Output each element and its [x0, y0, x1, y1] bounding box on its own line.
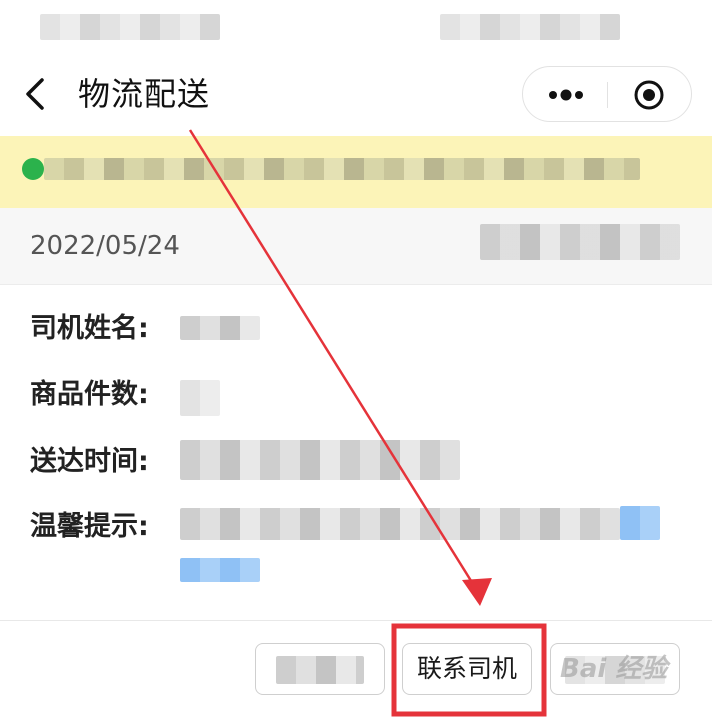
tip-label: 温馨提示:: [30, 511, 149, 542]
order-status-blur: [480, 224, 680, 260]
tip-link-blur-line2: [180, 558, 260, 582]
driver-name-value-blur: [180, 316, 260, 340]
page-title: 物流配送: [78, 75, 211, 113]
notice-bar: [0, 136, 712, 208]
back-arrow-icon[interactable]: [22, 74, 52, 114]
delivery-time-value-blur: [180, 440, 460, 480]
watermark-logo: Bai 经验: [560, 654, 668, 684]
secondary-action-button[interactable]: [255, 643, 385, 695]
secondary-action-label-blur: [276, 656, 364, 684]
mini-program-capsule: [522, 66, 692, 122]
tip-text-blur-line1: [180, 508, 620, 540]
capsule-divider: [607, 82, 608, 108]
close-target-icon[interactable]: [633, 79, 665, 111]
driver-name-label: 司机姓名:: [30, 313, 149, 344]
annotation-arrowhead: [462, 578, 492, 606]
item-count-value-blur: [180, 380, 220, 416]
contact-driver-button[interactable]: 联系司机: [402, 643, 532, 695]
status-bar-right-blur: [440, 14, 620, 40]
status-bar-left-blur: [40, 14, 220, 40]
tip-link-blur-line1: [620, 506, 660, 540]
nav-bar: 物流配送: [0, 50, 712, 136]
more-dots-icon[interactable]: [543, 79, 589, 111]
order-date-row: 2022/05/24: [0, 208, 712, 285]
order-date: 2022/05/24: [30, 231, 180, 261]
delivery-time-label: 送达时间:: [30, 446, 149, 477]
item-count-label: 商品件数:: [30, 379, 149, 410]
notice-status-icon: [22, 158, 44, 180]
notice-text-blur: [44, 158, 640, 180]
status-bar: [0, 0, 712, 50]
